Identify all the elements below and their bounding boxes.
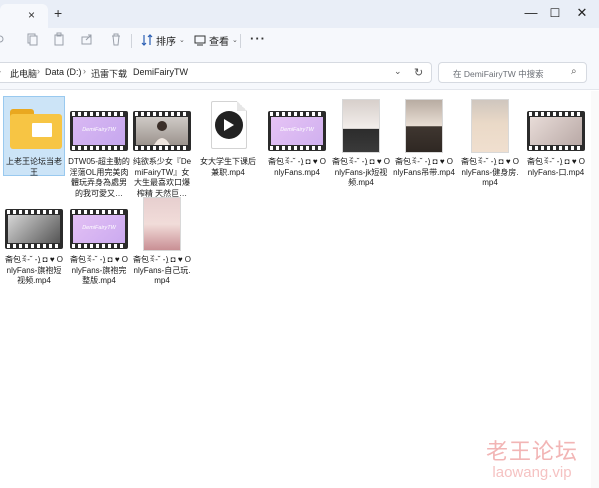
- file-name: 纯欲系少女『DemiFairyTW』女大生最喜欢口爆榨精 天然巨…: [132, 157, 192, 198]
- share-icon[interactable]: [80, 32, 94, 46]
- view-icon: [194, 35, 206, 46]
- folder-icon: [10, 109, 62, 149]
- file-item[interactable]: 斋包ꉂ-˘ -)ِ ◘ ♥ OnlyFans-旗袍短视频.mp4: [3, 195, 65, 287]
- file-name: 斋包ꉂ-˘ -)ِ ◘ ♥ OnlyFans-健身房.mp4: [460, 157, 520, 187]
- chevron-down-icon: ⌄: [232, 37, 238, 44]
- address-row: › 此电脑 › Data (D:) › 迅雷下载 › DemiFairyTW ⌄…: [0, 54, 599, 90]
- chevron-down-icon: ⌄: [179, 37, 185, 44]
- video-thumbnail: [5, 209, 63, 249]
- file-name: 斋包ꉂ-˘ -)ِ ◘ ♥ OnlyFans-自己玩.mp4: [132, 255, 192, 285]
- address-bar[interactable]: › 此电脑 › Data (D:) › 迅雷下载 › DemiFairyTW ⌄…: [0, 62, 432, 83]
- file-item[interactable]: DemiFairyTW 斋包ꉂ-˘ -)ِ ◘ ♥ OnlyFans-旗袍完整版…: [68, 195, 130, 287]
- file-item[interactable]: 斋包ꉂ-˘ -)ِ ◘ ♥ OnlyFans吊带.mp4: [393, 97, 455, 178]
- file-item[interactable]: DemiFairyTW 斋包ꉂ-˘ -)ِ ◘ ♥ OnlyFans.mp4: [266, 97, 328, 178]
- sort-icon: [141, 34, 153, 46]
- sort-button[interactable]: 排序 ⌄: [141, 32, 185, 48]
- history-dropdown-icon[interactable]: ⌄: [394, 66, 402, 77]
- video-thumbnail: [471, 99, 509, 153]
- video-thumbnail: [405, 99, 443, 153]
- file-name: 上老王论坛当老王: [6, 157, 62, 177]
- file-item[interactable]: 纯欲系少女『DemiFairyTW』女大生最喜欢口爆榨精 天然巨…: [131, 97, 193, 199]
- chevron-right-icon: ›: [83, 66, 86, 76]
- watermark-en: laowang.vip: [492, 464, 572, 481]
- video-thumbnail: [143, 197, 181, 251]
- command-bar: 排序 ⌄ 查看 ⌄ ···: [0, 28, 599, 54]
- breadcrumb-drive[interactable]: Data (D:): [45, 67, 82, 77]
- file-name: 斋包ꉂ-˘ -)ِ ◘ ♥ OnlyFans-jk短视频.mp4: [331, 157, 391, 187]
- search-box[interactable]: 在 DemiFairyTW 中搜索 ⌕: [438, 62, 587, 83]
- chevron-right-icon: ›: [124, 66, 127, 76]
- video-thumbnail: [527, 111, 585, 151]
- video-thumbnail: [342, 99, 380, 153]
- sort-label: 排序: [156, 36, 176, 48]
- breadcrumb-this-pc[interactable]: 此电脑: [10, 67, 37, 80]
- view-label: 查看: [209, 36, 229, 48]
- delete-icon[interactable]: [109, 32, 123, 46]
- search-icon[interactable]: ⌕: [571, 66, 577, 77]
- watermark-cn: 老王论坛: [486, 440, 579, 465]
- copy-icon[interactable]: [25, 32, 39, 46]
- title-bar: × + — ☐ ✕: [0, 0, 599, 28]
- file-item[interactable]: 斋包ꉂ-˘ -)ِ ◘ ♥ OnlyFans-jk短视频.mp4: [330, 97, 392, 189]
- close-tab-icon[interactable]: ×: [28, 8, 35, 22]
- view-button[interactable]: 查看 ⌄: [194, 32, 238, 48]
- site-watermark: 老王论坛 laowang.vip: [486, 434, 578, 481]
- explorer-tab[interactable]: ×: [0, 4, 48, 28]
- chevron-right-icon: ›: [37, 66, 40, 76]
- file-name: 斋包ꉂ-˘ -)ِ ◘ ♥ OnlyFans-旗袍完整版.mp4: [69, 255, 129, 285]
- new-tab-icon[interactable]: +: [54, 5, 62, 21]
- video-thumbnail: DemiFairyTW: [70, 209, 128, 249]
- media-file-icon: [211, 101, 247, 149]
- toolbar-divider: [240, 34, 241, 48]
- video-thumbnail: DemiFairyTW: [70, 111, 128, 151]
- file-grid: 上老王论坛当老王 DemiFairyTW DTW05-超主動的淫蕩OL用完美肉體…: [0, 91, 591, 488]
- video-thumbnail: DemiFairyTW: [268, 111, 326, 151]
- minimize-button[interactable]: —: [520, 2, 542, 24]
- new-item-icon[interactable]: [0, 32, 10, 46]
- close-window-button[interactable]: ✕: [571, 2, 593, 24]
- file-name: 斋包ꉂ-˘ -)ِ ◘ ♥ OnlyFans-口.mp4: [526, 157, 586, 177]
- more-options-button[interactable]: ···: [250, 31, 266, 46]
- video-thumbnail: [133, 111, 191, 151]
- paste-icon[interactable]: [52, 32, 66, 46]
- file-name: 斋包ꉂ-˘ -)ِ ◘ ♥ OnlyFans-旗袍短视频.mp4: [4, 255, 64, 285]
- file-name: DTW05-超主動的淫蕩OL用完美肉體玩弄身為處男的我可愛又…: [68, 157, 130, 198]
- breadcrumb-current-folder[interactable]: DemiFairyTW: [133, 67, 188, 77]
- file-name: 斋包ꉂ-˘ -)ِ ◘ ♥ OnlyFans吊带.mp4: [393, 157, 455, 177]
- vertical-scrollbar[interactable]: [591, 91, 599, 488]
- breadcrumb-downloads[interactable]: 迅雷下载: [91, 67, 127, 80]
- toolbar-divider: [131, 34, 132, 48]
- file-item[interactable]: DemiFairyTW DTW05-超主動的淫蕩OL用完美肉體玩弄身為處男的我可…: [68, 97, 130, 199]
- file-item[interactable]: 女大学生下课后兼职.mp4: [197, 97, 259, 178]
- file-name: 女大学生下课后兼职.mp4: [200, 157, 256, 177]
- file-name: 斋包ꉂ-˘ -)ِ ◘ ♥ OnlyFans.mp4: [267, 157, 327, 177]
- maximize-button[interactable]: ☐: [544, 2, 566, 24]
- search-placeholder: 在 DemiFairyTW 中搜索: [453, 69, 544, 79]
- file-item[interactable]: 斋包ꉂ-˘ -)ِ ◘ ♥ OnlyFans-健身房.mp4: [459, 97, 521, 189]
- file-item[interactable]: 斋包ꉂ-˘ -)ِ ◘ ♥ OnlyFans-口.mp4: [525, 97, 587, 178]
- file-item[interactable]: 斋包ꉂ-˘ -)ِ ◘ ♥ OnlyFans-自己玩.mp4: [131, 195, 193, 287]
- refresh-icon[interactable]: ↻: [414, 66, 423, 79]
- chevron-right-icon: ›: [0, 66, 1, 76]
- file-item[interactable]: 上老王论坛当老王: [3, 97, 65, 178]
